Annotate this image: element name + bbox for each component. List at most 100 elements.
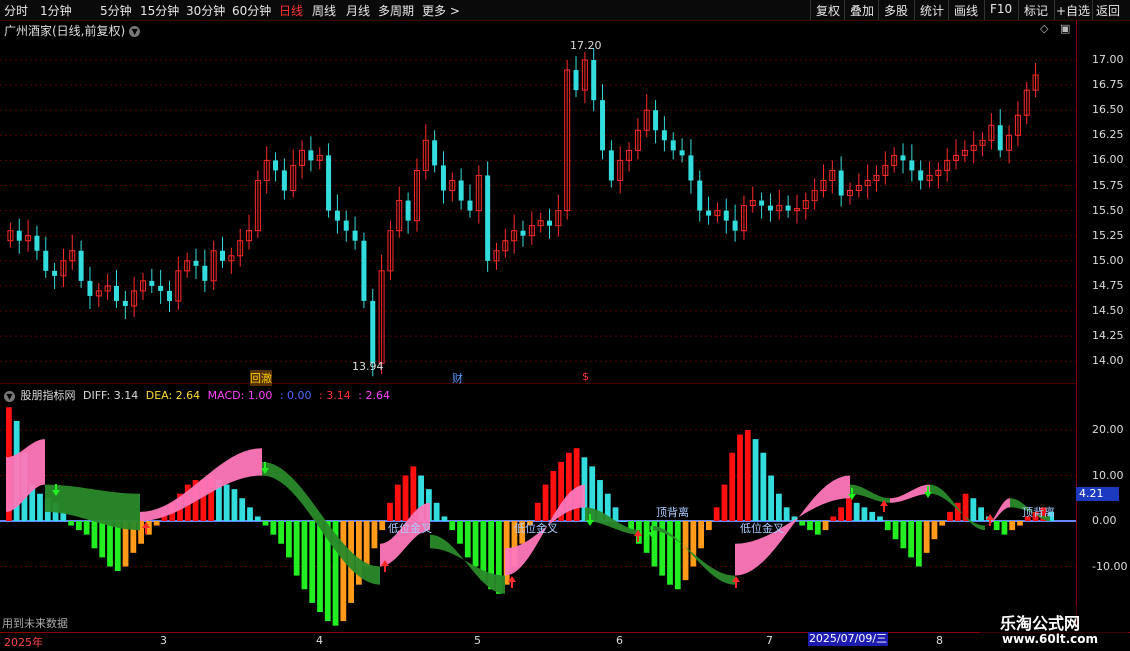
candle-body (326, 155, 332, 211)
macd-bar (744, 430, 751, 521)
stats-button[interactable]: 统计 (920, 2, 944, 19)
candle-body (220, 250, 226, 261)
current-value-tag: 4.21 (1076, 487, 1119, 501)
macd-indicator-chart[interactable] (0, 400, 1076, 632)
date-axis (0, 632, 1130, 651)
macd-bar (916, 521, 922, 567)
macd-bar (464, 521, 471, 558)
signal-label: 低位金叉 (514, 522, 558, 535)
macd-bar (752, 439, 759, 521)
macd-bar (270, 521, 277, 535)
price-tick: 15.25 (1092, 228, 1124, 242)
watermark-title: 乐淘公式网 (1000, 614, 1081, 633)
candle-body (697, 180, 703, 211)
macd-bar (713, 507, 720, 521)
tab-weekly[interactable]: 周线 (312, 2, 336, 19)
macd-bar (231, 489, 238, 521)
candle-body (600, 100, 606, 151)
signal-label: 顶背离 (1022, 506, 1055, 519)
price-tick: 14.00 (1092, 354, 1124, 368)
event-badge[interactable]: $ (582, 370, 589, 383)
multi-stock-button[interactable]: 多股 (884, 2, 908, 19)
tab-timeshare[interactable]: 分时 (4, 2, 28, 19)
price-tick: 16.25 (1092, 128, 1124, 142)
back-button[interactable]: 返回 (1096, 2, 1120, 19)
macd-bar (317, 521, 323, 612)
macd-bar (978, 507, 984, 521)
macd-bar (682, 521, 689, 581)
candle-body (918, 170, 924, 181)
event-badge[interactable]: 回澈 (250, 370, 272, 386)
candle-body (334, 210, 340, 221)
macd-bar (99, 521, 106, 558)
date-axis-label: 2025年 (4, 636, 43, 649)
macd-bar (799, 521, 806, 526)
macd-bar (37, 493, 43, 521)
macd-bar (340, 521, 347, 622)
macd-bar (457, 521, 463, 544)
macd-bar (1009, 521, 1016, 531)
tab-multi-period[interactable]: 多周期 (378, 2, 414, 19)
macd-bar (223, 484, 230, 521)
macd-bar (1017, 521, 1023, 526)
macd-bar (776, 493, 782, 521)
add-favorite-button[interactable]: +自选 (1056, 2, 1090, 19)
window-icon[interactable]: ▣ (1060, 22, 1070, 35)
period-toolbar: 分时 1分钟 5分钟 15分钟 30分钟 60分钟 日线 周线 月线 多周期 更… (0, 0, 1130, 21)
tab-60min[interactable]: 60分钟 (232, 2, 271, 19)
macd-bar (262, 521, 269, 526)
indicator-tick: 0.00 (1092, 514, 1117, 527)
tab-5min[interactable]: 5分钟 (100, 2, 132, 19)
candle-body (458, 180, 464, 201)
signal-label: 低位金叉 (740, 522, 784, 535)
event-badge[interactable]: 财 (452, 370, 463, 386)
candle-body (997, 125, 1003, 151)
indicator-tick: 20.00 (1092, 423, 1124, 436)
diamond-icon[interactable]: ◇ (1040, 22, 1048, 35)
tab-1min[interactable]: 1分钟 (40, 2, 72, 19)
candle-body (900, 155, 906, 161)
tab-30min[interactable]: 30分钟 (186, 2, 225, 19)
macd-bar (838, 507, 844, 521)
macd-bar (643, 521, 650, 553)
buy-arrow-icon (986, 514, 994, 526)
more-menu[interactable]: 更多 > (422, 2, 460, 19)
tab-daily[interactable]: 日线 (279, 2, 303, 19)
macd-bar (737, 434, 743, 521)
candle-body (485, 175, 491, 261)
macd-bar (433, 502, 440, 521)
candle-body (166, 290, 172, 301)
tab-monthly[interactable]: 月线 (346, 2, 370, 19)
macd-bar (239, 498, 246, 521)
price-tick: 14.25 (1092, 329, 1124, 343)
overlay-button[interactable]: 叠加 (850, 2, 874, 19)
watermark-url: www.60lt.com (1002, 632, 1099, 646)
candle-body (52, 270, 58, 276)
price-tick: 16.50 (1092, 103, 1124, 117)
f10-button[interactable]: F10 (990, 2, 1012, 16)
macd-bar (542, 484, 549, 521)
price-tick: 14.75 (1092, 278, 1124, 292)
candle-body (370, 300, 376, 364)
macd-bar (114, 521, 121, 572)
macd-bar (1001, 521, 1008, 535)
draw-line-button[interactable]: 画线 (954, 2, 978, 19)
candle-body (273, 160, 279, 171)
macd-bar (822, 521, 829, 531)
candle-body (759, 200, 765, 206)
date-axis-label: 4 (316, 634, 323, 647)
mark-button[interactable]: 标记 (1024, 2, 1048, 19)
candle-body (670, 140, 676, 151)
candlestick-chart[interactable] (0, 36, 1076, 384)
low-price-label: 13.94 (352, 360, 384, 373)
macd-bar (869, 511, 876, 521)
macd-bar (698, 521, 704, 549)
event-label: 回澈 (250, 372, 272, 385)
tab-15min[interactable]: 15分钟 (140, 2, 179, 19)
macd-bar (387, 502, 393, 521)
candle-body (361, 240, 367, 301)
macd-bar (247, 507, 253, 521)
candle-body (608, 150, 614, 181)
adjust-button[interactable]: 复权 (816, 2, 840, 19)
macd-bar (814, 521, 821, 535)
